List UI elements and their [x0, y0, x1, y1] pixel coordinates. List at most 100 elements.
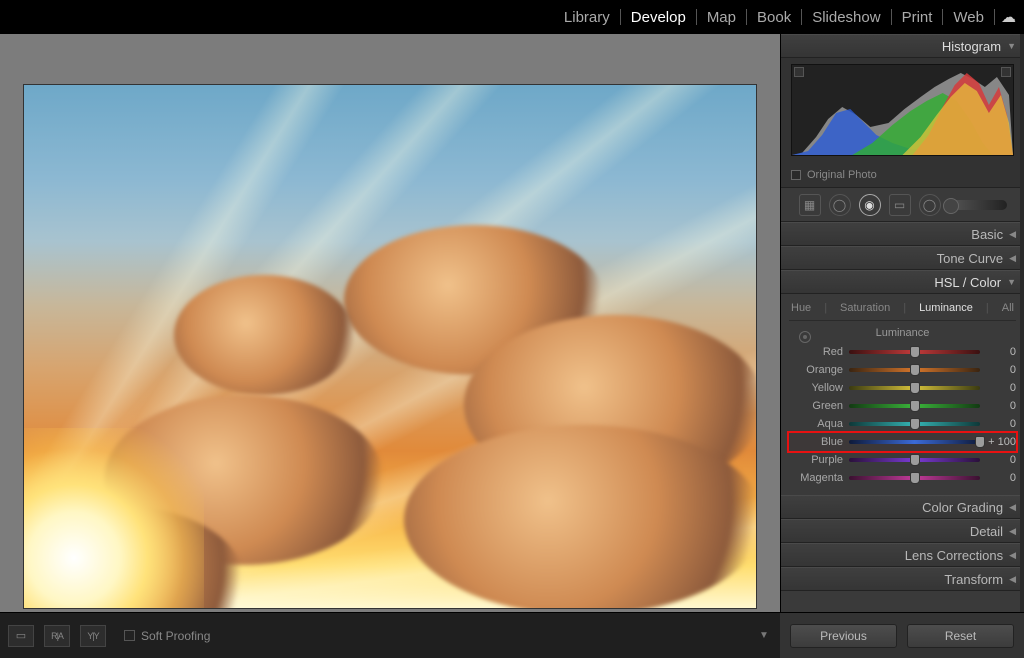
chevron-left-icon: ◀	[1009, 550, 1016, 561]
panel-header-hsl[interactable]: HSL / Color ▼	[781, 270, 1024, 294]
original-photo-label: Original Photo	[807, 169, 877, 181]
slider-knob[interactable]	[910, 364, 920, 376]
masking-tool[interactable]: ▭	[889, 194, 911, 216]
slider-knob[interactable]	[910, 418, 920, 430]
slider-knob[interactable]	[910, 472, 920, 484]
before-after-lr-button[interactable]: R|A	[44, 625, 70, 647]
image-viewer	[0, 34, 780, 612]
tool-strip: ▦ ◯ ◉ ▭ ◯	[781, 188, 1024, 222]
slider-value[interactable]: 0	[986, 364, 1016, 376]
slider-label: Yellow	[789, 382, 843, 394]
histogram-canvas[interactable]	[791, 64, 1014, 156]
chevron-left-icon: ◀	[1009, 502, 1016, 513]
chevron-left-icon: ◀	[1009, 574, 1016, 585]
nav-library[interactable]: Library	[554, 0, 620, 34]
hsl-sliders: Red0Orange0Yellow0Green0Aqua0Blue+ 100Pu…	[789, 343, 1016, 487]
slider-row-orange: Orange 0	[789, 361, 1016, 379]
radial-tool[interactable]: ◯	[919, 194, 941, 216]
cloud	[404, 425, 757, 609]
panel-title: Lens Corrections	[905, 548, 1003, 563]
brush-size-slider[interactable]	[949, 200, 1007, 210]
slider-track-yellow[interactable]	[849, 386, 980, 390]
slider-knob[interactable]	[975, 436, 985, 448]
slider-label: Aqua	[789, 418, 843, 430]
reset-button[interactable]: Reset	[907, 624, 1014, 648]
slider-row-blue: Blue + 100	[789, 433, 1016, 451]
toolbar-menu-button[interactable]: ▼	[756, 628, 772, 644]
panel-title: Tone Curve	[937, 251, 1003, 266]
panel-title: Basic	[971, 227, 1003, 242]
develop-right-panel: Histogram ▼ Original Photo ▦ ◯ ◉ ▭ ◯	[780, 34, 1024, 658]
nav-slideshow[interactable]: Slideshow	[802, 0, 890, 34]
slider-knob[interactable]	[910, 400, 920, 412]
slider-label: Magenta	[789, 472, 843, 484]
panel-header-transform[interactable]: Transform ◀	[781, 567, 1024, 591]
highlight-clip-indicator[interactable]	[1001, 67, 1011, 77]
slider-track-aqua[interactable]	[849, 422, 980, 426]
panel-header-basic[interactable]: Basic ◀	[781, 222, 1024, 246]
toolbar: ▭ R|A Y|Y Soft Proofing ▼	[0, 612, 780, 658]
hsl-tab-hue[interactable]: Hue	[791, 302, 811, 314]
slider-track-magenta[interactable]	[849, 476, 980, 480]
hsl-tab-saturation[interactable]: Saturation	[840, 302, 890, 314]
module-picker: Library Develop Map Book Slideshow Print…	[0, 0, 1024, 34]
histogram-svg	[792, 65, 1013, 155]
shadow-clip-indicator[interactable]	[794, 67, 804, 77]
panel-title: Transform	[944, 572, 1003, 587]
panel-title: Color Grading	[922, 500, 1003, 515]
slider-value[interactable]: 0	[986, 346, 1016, 358]
soft-proofing-toggle[interactable]: Soft Proofing	[124, 629, 210, 643]
panel-header-detail[interactable]: Detail ◀	[781, 519, 1024, 543]
chevron-down-icon: ▼	[1007, 277, 1016, 287]
histogram-panel: Original Photo	[781, 58, 1024, 188]
slider-track-green[interactable]	[849, 404, 980, 408]
slider-value[interactable]: 0	[986, 418, 1016, 430]
slider-knob[interactable]	[910, 346, 920, 358]
nav-print[interactable]: Print	[892, 0, 943, 34]
hsl-tab-all[interactable]: All	[1002, 302, 1014, 314]
original-photo-toggle[interactable]: Original Photo	[791, 169, 877, 181]
panel-header-colorgrading[interactable]: Color Grading ◀	[781, 495, 1024, 519]
slider-row-magenta: Magenta 0	[789, 469, 1016, 487]
slider-value[interactable]: + 100	[986, 436, 1016, 448]
nav-develop[interactable]: Develop	[621, 0, 696, 34]
slider-track-red[interactable]	[849, 350, 980, 354]
slider-row-yellow: Yellow 0	[789, 379, 1016, 397]
checkbox-icon[interactable]	[791, 170, 801, 180]
panel-header-histogram[interactable]: Histogram ▼	[781, 34, 1024, 58]
before-after-tb-button[interactable]: Y|Y	[80, 625, 106, 647]
photo[interactable]	[23, 84, 757, 609]
slider-label: Purple	[789, 454, 843, 466]
panel-scrollbar[interactable]	[1020, 34, 1024, 612]
chevron-down-icon: ▼	[1007, 41, 1016, 51]
nav-web[interactable]: Web	[943, 0, 994, 34]
panel-header-lens[interactable]: Lens Corrections ◀	[781, 543, 1024, 567]
crop-tool[interactable]: ▦	[799, 194, 821, 216]
slider-label: Orange	[789, 364, 843, 376]
slider-track-purple[interactable]	[849, 458, 980, 462]
slider-label: Red	[789, 346, 843, 358]
slider-track-orange[interactable]	[849, 368, 980, 372]
panel-header-tonecurve[interactable]: Tone Curve ◀	[781, 246, 1024, 270]
slider-track-blue[interactable]	[849, 440, 980, 444]
slider-row-aqua: Aqua 0	[789, 415, 1016, 433]
hsl-tab-luminance[interactable]: Luminance	[919, 302, 973, 314]
slider-knob[interactable]	[910, 454, 920, 466]
targeted-adjustment-tool[interactable]	[799, 331, 811, 343]
slider-value[interactable]: 0	[986, 454, 1016, 466]
slider-label: Blue	[789, 436, 843, 448]
cloud-sync-icon[interactable]: ☁	[1001, 8, 1016, 26]
slider-value[interactable]: 0	[986, 382, 1016, 394]
loupe-view-button[interactable]: ▭	[8, 625, 34, 647]
slider-knob[interactable]	[910, 382, 920, 394]
sun-glow	[23, 428, 204, 609]
slider-value[interactable]: 0	[986, 400, 1016, 412]
nav-book[interactable]: Book	[747, 0, 801, 34]
nav-map[interactable]: Map	[697, 0, 746, 34]
spot-removal-tool[interactable]: ◯	[829, 194, 851, 216]
previous-button[interactable]: Previous	[790, 624, 897, 648]
checkbox-icon[interactable]	[124, 630, 135, 641]
slider-value[interactable]: 0	[986, 472, 1016, 484]
redeye-tool[interactable]: ◉	[859, 194, 881, 216]
chevron-left-icon: ◀	[1009, 253, 1016, 264]
